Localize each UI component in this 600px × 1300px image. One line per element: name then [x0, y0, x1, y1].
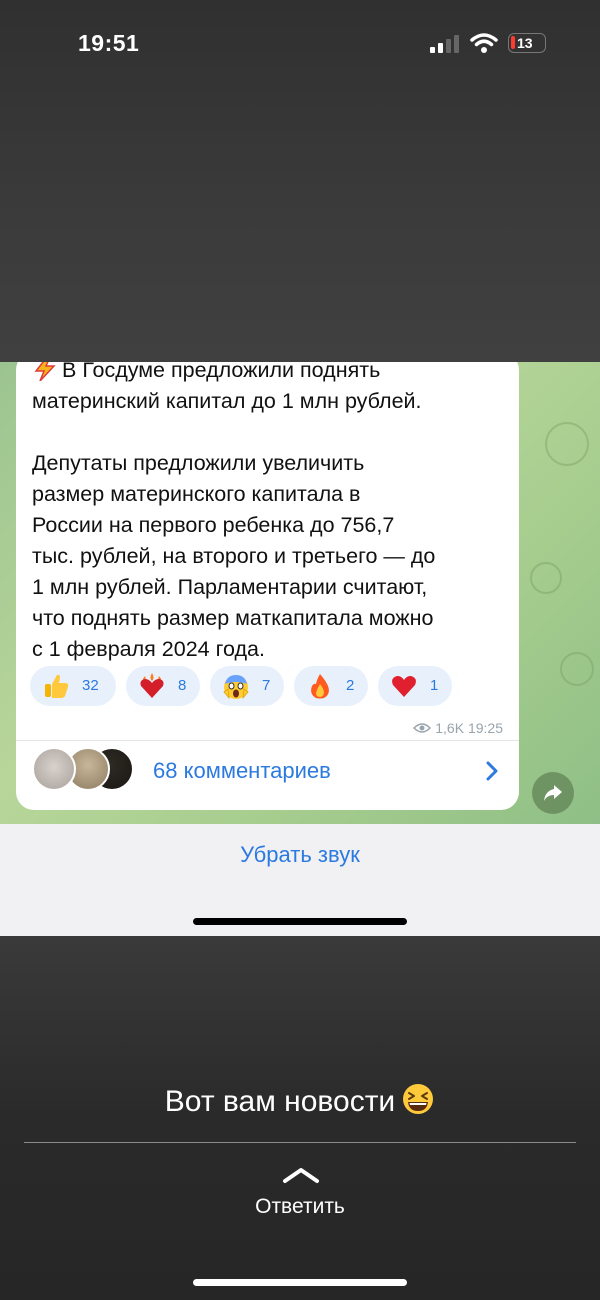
message-text: В Госдуме предложили поднять материнский… — [32, 362, 512, 665]
view-count: 1,6K — [435, 720, 465, 736]
fire-icon — [311, 674, 329, 699]
heart-on-fire-icon — [140, 673, 164, 698]
comments-button[interactable]: 68 комментариев — [16, 741, 519, 805]
wallpaper-doodle — [560, 652, 594, 686]
battery-level: 13 — [517, 35, 533, 51]
battery-icon: 13 — [508, 33, 546, 53]
action-bar: Убрать звук — [0, 824, 600, 936]
chevron-up-icon[interactable] — [282, 1166, 320, 1184]
wallpaper-doodle — [530, 562, 562, 594]
reaction-heart-on-fire[interactable]: 8 — [126, 666, 200, 706]
reaction-red-heart[interactable]: 1 — [378, 666, 452, 706]
message-time: 19:25 — [467, 720, 503, 736]
reply-button[interactable]: Ответить — [0, 1195, 600, 1219]
message-line: что поднять размер маткапитала можно — [32, 606, 434, 630]
red-heart-icon — [392, 675, 416, 697]
story-caption: Вот вам новости — [0, 1082, 600, 1119]
share-button[interactable] — [532, 772, 574, 814]
avatar — [32, 747, 76, 791]
message-line: с 1 февраля 2024 года. — [32, 637, 265, 661]
home-indicator[interactable] — [193, 1279, 407, 1286]
reaction-fire[interactable]: 2 — [294, 666, 368, 706]
reaction-thumbs-up[interactable]: 32 — [30, 666, 116, 706]
chevron-right-icon — [486, 761, 498, 781]
message-headline: В Госдуме предложили поднять — [32, 362, 512, 386]
message-line: тыс. рублей, на второго и третьего — до — [32, 544, 436, 568]
message-line: материнский капитал до 1 млн рублей. — [32, 389, 422, 413]
grinning-squinting-face-icon — [403, 1084, 434, 1114]
message-meta: 1,6K 19:25 — [413, 720, 503, 736]
home-indicator-screenshot — [193, 918, 407, 925]
lightning-icon — [34, 362, 56, 381]
message-line: России на первого ребенка до 756,7 — [32, 513, 395, 537]
status-time: 19:51 — [78, 30, 140, 56]
telegram-chat-screenshot: В Госдуме предложили поднять материнский… — [0, 362, 600, 824]
message-line: размер материнского капитала в — [32, 482, 361, 506]
share-arrow-icon — [544, 785, 562, 801]
message-line: Депутаты предложили увеличить — [32, 451, 365, 475]
thumbs-up-icon — [45, 674, 69, 698]
comments-count-label: 68 комментариев — [153, 758, 331, 783]
screaming-face-icon — [223, 675, 249, 700]
reply-divider — [24, 1142, 576, 1143]
status-bar: 19:51 13 — [0, 0, 600, 90]
message-line: 1 млн рублей. Парламентарии считают, — [32, 575, 428, 599]
channel-message-bubble[interactable]: В Госдуме предложили поднять материнский… — [16, 362, 519, 810]
wifi-icon — [470, 32, 498, 54]
caption-text: Вот вам новости — [164, 1085, 396, 1118]
mute-button[interactable]: Убрать звук — [0, 842, 600, 868]
reaction-screaming-face[interactable]: 7 — [210, 666, 284, 706]
wallpaper-doodle — [545, 422, 589, 466]
eye-icon — [413, 723, 432, 733]
message-line — [32, 417, 512, 448]
cellular-signal-icon — [430, 35, 460, 53]
